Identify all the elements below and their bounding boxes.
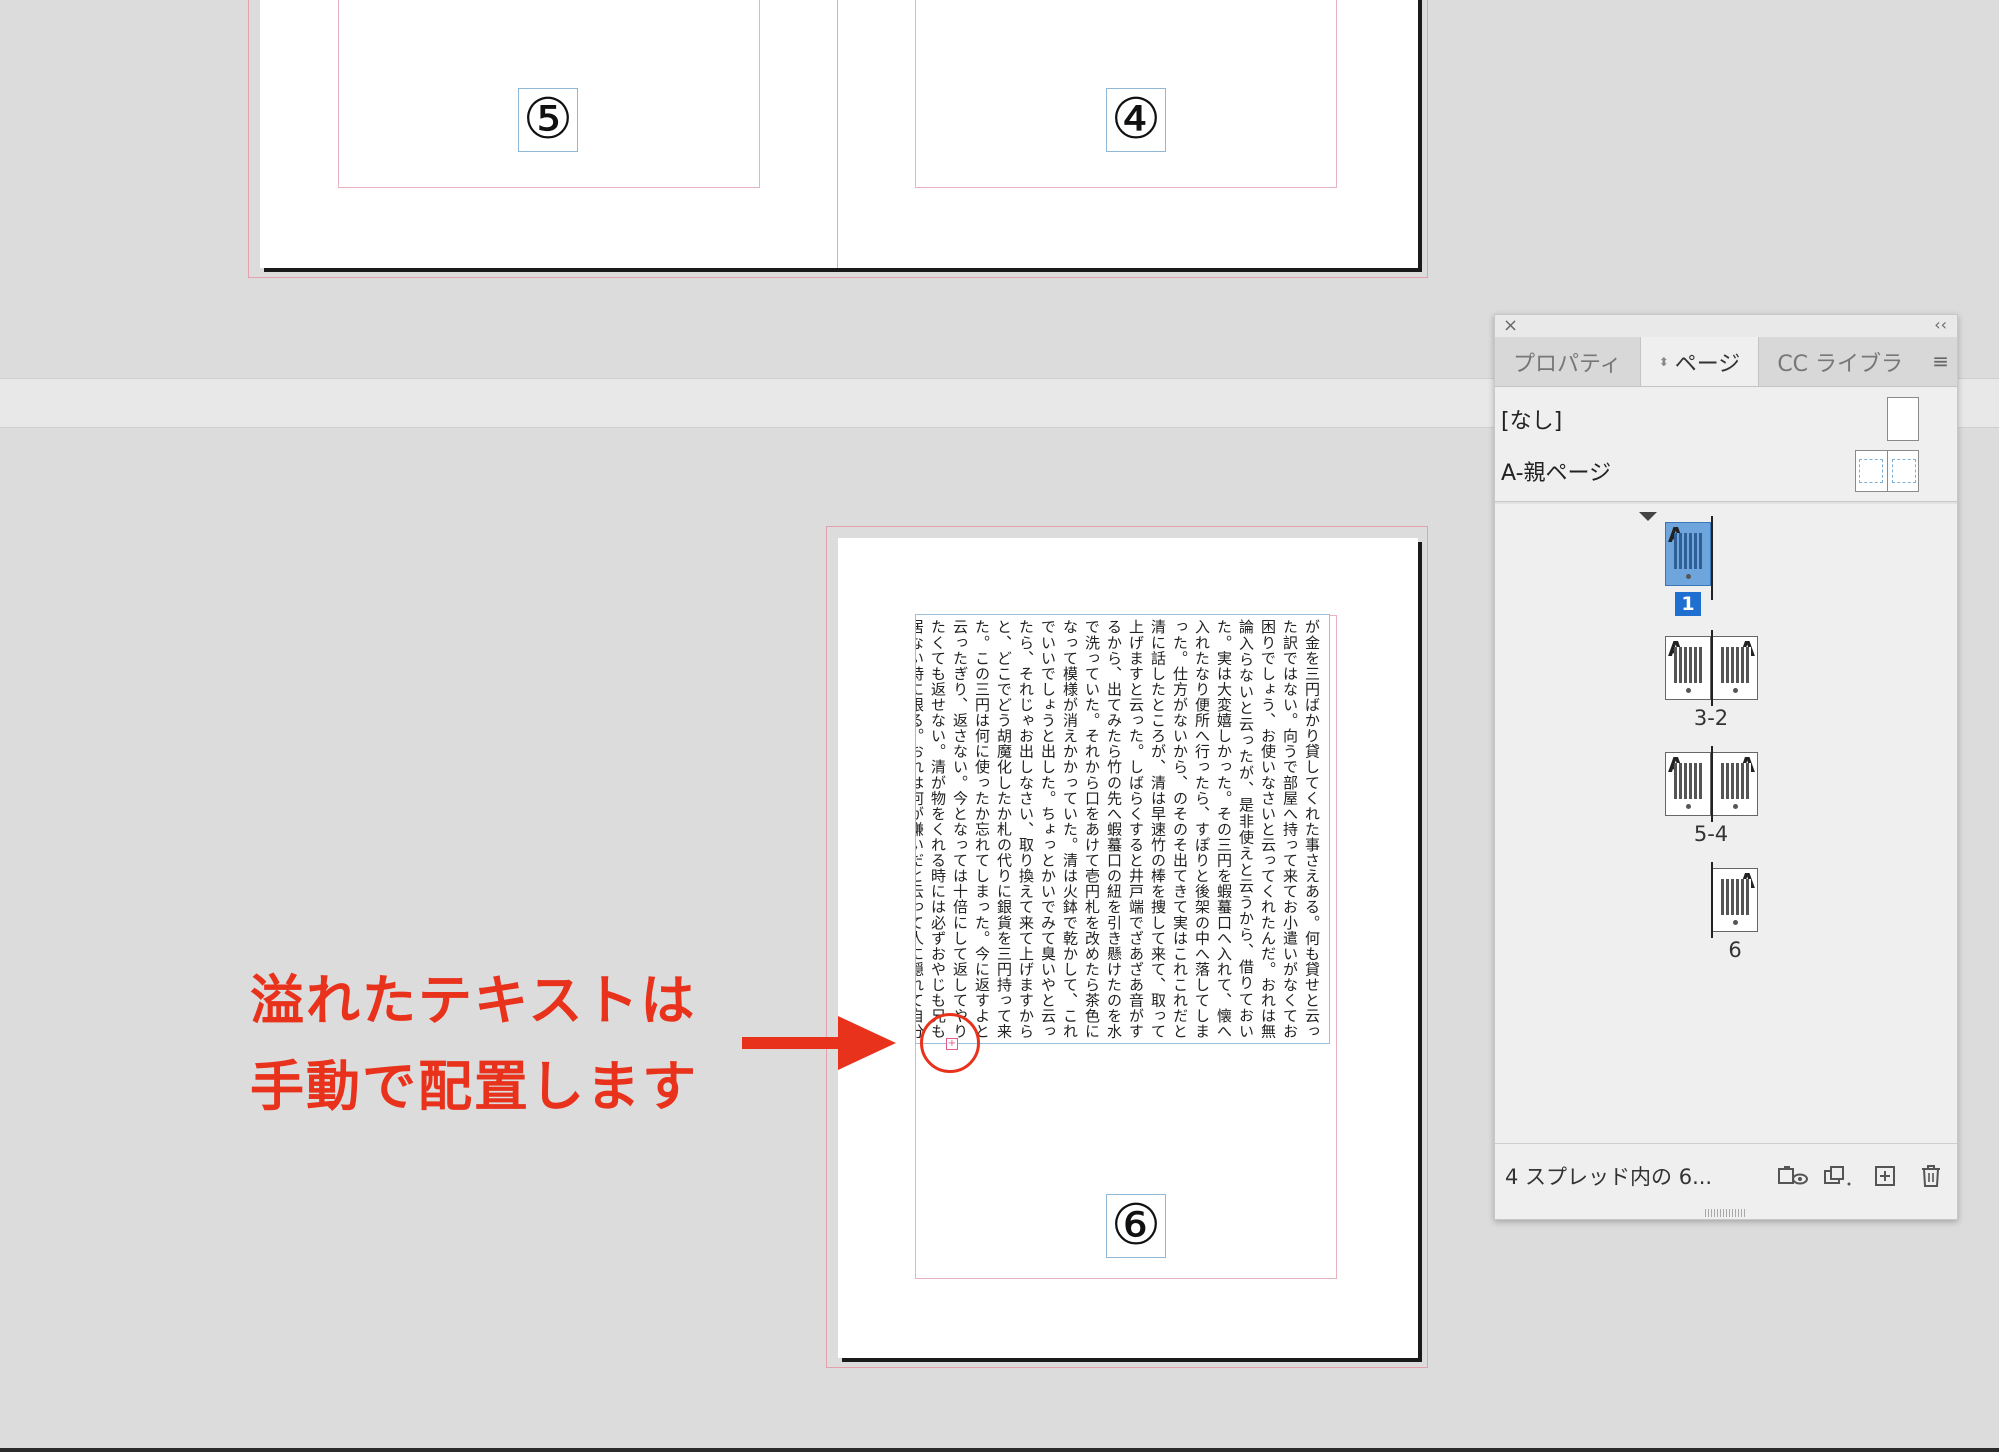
spread-6-label: 6 — [1728, 938, 1742, 962]
updown-icon: ⬍ — [1658, 354, 1669, 369]
top-spread-spine — [837, 0, 838, 268]
panel-tabs: プロパティ ⬍ ページ CC ライブラ ≡ — [1495, 337, 1957, 387]
new-page-icon[interactable] — [1865, 1161, 1905, 1191]
panel-footer: 4 スプレッド内の 6... — [1495, 1143, 1957, 1207]
page-thumbnail-1[interactable]: A — [1665, 522, 1711, 586]
tab-properties[interactable]: プロパティ — [1495, 337, 1640, 386]
spread-5-4-label: 5-4 — [1693, 822, 1729, 846]
current-spread-marker — [1639, 512, 1657, 521]
spread-3-2-binding — [1711, 630, 1713, 706]
pages-panel[interactable]: × ‹‹ プロパティ ⬍ ページ CC ライブラ ≡ [なし] A-親ページ A … — [1494, 314, 1958, 1220]
spread-6-binding — [1711, 862, 1713, 938]
page-thumbnail-3[interactable]: A — [1665, 636, 1711, 700]
callout-annotation: 溢れたテキストは 手動で配置します — [250, 958, 770, 1130]
pages-area[interactable]: A 1 A A 3-2 A A 5-4 A — [1495, 504, 1957, 1144]
parent-none-thumbnail — [1887, 397, 1919, 441]
page-thumbnail-4[interactable]: A — [1712, 752, 1758, 816]
page-4-number-frame[interactable]: ④ — [1106, 88, 1166, 152]
tab-cc-libraries-label: CC ライブラ — [1777, 351, 1904, 377]
spread-1-label: 1 — [1675, 592, 1701, 616]
page-6-number-frame[interactable]: ⑥ — [1106, 1194, 1166, 1258]
parent-a-label: A-親ページ — [1501, 461, 1612, 486]
parent-none-row[interactable]: [なし] — [1495, 393, 1957, 445]
spread-3-2-label: 3-2 — [1693, 706, 1729, 730]
callout-arrow — [742, 1016, 896, 1070]
callout-line-1: 溢れたテキストは — [250, 969, 697, 1032]
parent-a-thumbnail — [1855, 450, 1919, 492]
parent-a-row[interactable]: A-親ページ — [1495, 445, 1957, 497]
body-text-frame[interactable]: が金を三円ばかり貸してくれた事さえある。何も貸せと云った訳ではない。向うで部屋へ… — [915, 614, 1330, 1044]
tab-properties-label: プロパティ — [1513, 351, 1622, 377]
parent-none-label: [なし] — [1501, 409, 1563, 434]
tab-pages-label: ページ — [1674, 351, 1741, 377]
top-spread[interactable]: ⑤ ④ — [260, 0, 1418, 268]
tab-cc-libraries[interactable]: CC ライブラ — [1759, 337, 1921, 386]
page-thumbnail-6[interactable]: A — [1712, 868, 1758, 932]
window-bottom-edge — [0, 1448, 1999, 1452]
spread-count-status: 4 スプレッド内の 6... — [1505, 1164, 1713, 1189]
page-thumbnail-5[interactable]: A — [1665, 752, 1711, 816]
spread-5-4-binding — [1711, 746, 1713, 822]
edit-page-size-icon[interactable] — [1819, 1161, 1859, 1191]
panel-titlebar[interactable]: × ‹‹ — [1495, 315, 1957, 337]
page-thumbnail-2[interactable]: A — [1712, 636, 1758, 700]
page-5-number-frame[interactable]: ⑤ — [518, 88, 578, 152]
resize-grip[interactable] — [1705, 1209, 1745, 1217]
collapse-icon[interactable]: ‹‹ — [1934, 315, 1947, 334]
panel-menu-icon[interactable]: ≡ — [1932, 349, 1949, 373]
callout-line-2: 手動で配置します — [250, 1055, 698, 1118]
page-size-icon[interactable] — [1773, 1161, 1813, 1191]
body-text: が金を三円ばかり貸してくれた事さえある。何も貸せと云った訳ではない。向うで部屋へ… — [915, 619, 1321, 1039]
spread-1-binding — [1711, 516, 1713, 600]
close-icon[interactable]: × — [1503, 315, 1518, 336]
overset-highlight-circle — [920, 1013, 980, 1073]
trash-icon[interactable] — [1911, 1161, 1951, 1191]
tab-pages[interactable]: ⬍ ページ — [1639, 337, 1760, 386]
